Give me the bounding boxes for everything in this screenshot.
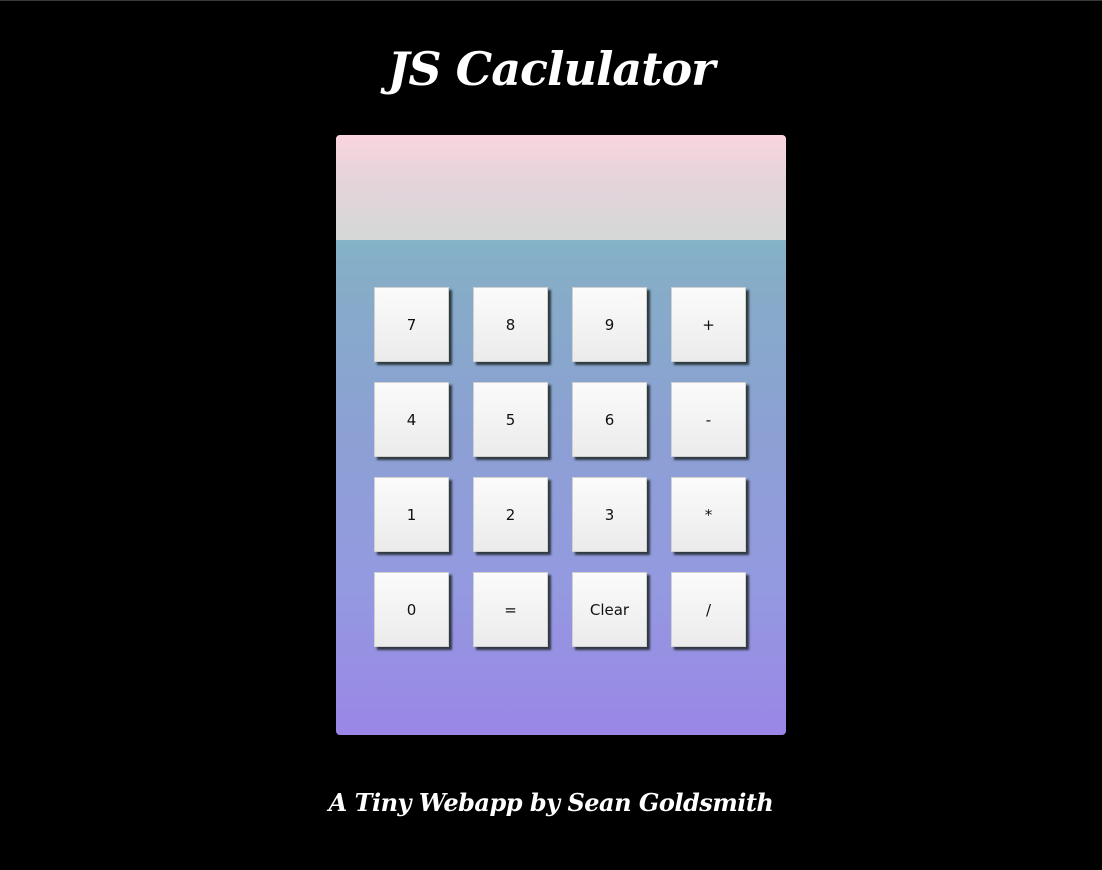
footer-credit: A Tiny Webapp by Sean Goldsmith: [328, 788, 774, 817]
key-clear[interactable]: Clear: [572, 572, 647, 647]
key-subtract[interactable]: -: [671, 382, 746, 457]
key-9[interactable]: 9: [572, 287, 647, 362]
key-6[interactable]: 6: [572, 382, 647, 457]
calculator: 7 8 9 + 4 5 6 - 1 2 3 * 0 = Clear /: [336, 135, 786, 735]
keypad: 7 8 9 + 4 5 6 - 1 2 3 * 0 = Clear /: [374, 287, 750, 651]
key-2[interactable]: 2: [473, 477, 548, 552]
key-4[interactable]: 4: [374, 382, 449, 457]
key-equals[interactable]: =: [473, 572, 548, 647]
key-8[interactable]: 8: [473, 287, 548, 362]
key-multiply[interactable]: *: [671, 477, 746, 552]
calculator-display: [336, 135, 786, 240]
key-7[interactable]: 7: [374, 287, 449, 362]
key-3[interactable]: 3: [572, 477, 647, 552]
key-1[interactable]: 1: [374, 477, 449, 552]
key-add[interactable]: +: [671, 287, 746, 362]
page-title: JS Caclulator: [387, 42, 716, 96]
key-divide[interactable]: /: [671, 572, 746, 647]
key-5[interactable]: 5: [473, 382, 548, 457]
key-0[interactable]: 0: [374, 572, 449, 647]
